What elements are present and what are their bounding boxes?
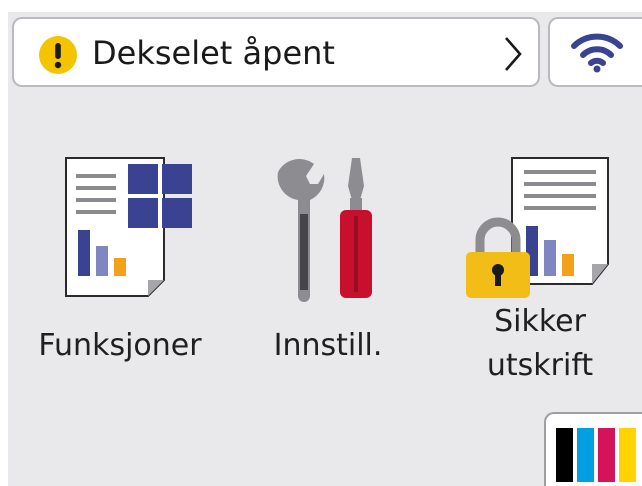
chevron-right-icon [505, 37, 522, 71]
ink-toner-button[interactable] [544, 412, 642, 486]
home-screen: Dekselet åpent Funksjoner Innstill. Sikk… [0, 0, 642, 486]
status-message: Dekselet åpent [92, 34, 335, 72]
ink-toner-icon [556, 428, 636, 482]
status-message-button[interactable]: Dekselet åpent [12, 17, 540, 87]
settings-tools-icon [277, 158, 372, 302]
tile-settings[interactable]: Innstill. [228, 150, 428, 380]
tile-label: Sikker [494, 304, 586, 339]
tile-label: Funksjoner [38, 328, 202, 363]
tile-functions[interactable]: Funksjoner [20, 150, 220, 380]
secure-print-icon [466, 157, 609, 298]
screen-border [0, 0, 8, 486]
warning-icon [39, 36, 77, 74]
tile-label: Innstill. [273, 328, 383, 363]
wifi-icon [571, 33, 623, 73]
functions-icon [65, 157, 192, 297]
screen-border [0, 0, 642, 12]
wifi-button[interactable] [548, 17, 642, 87]
tile-label: utskrift [486, 348, 594, 383]
tile-secure-print[interactable]: Sikker utskrift [440, 150, 640, 390]
